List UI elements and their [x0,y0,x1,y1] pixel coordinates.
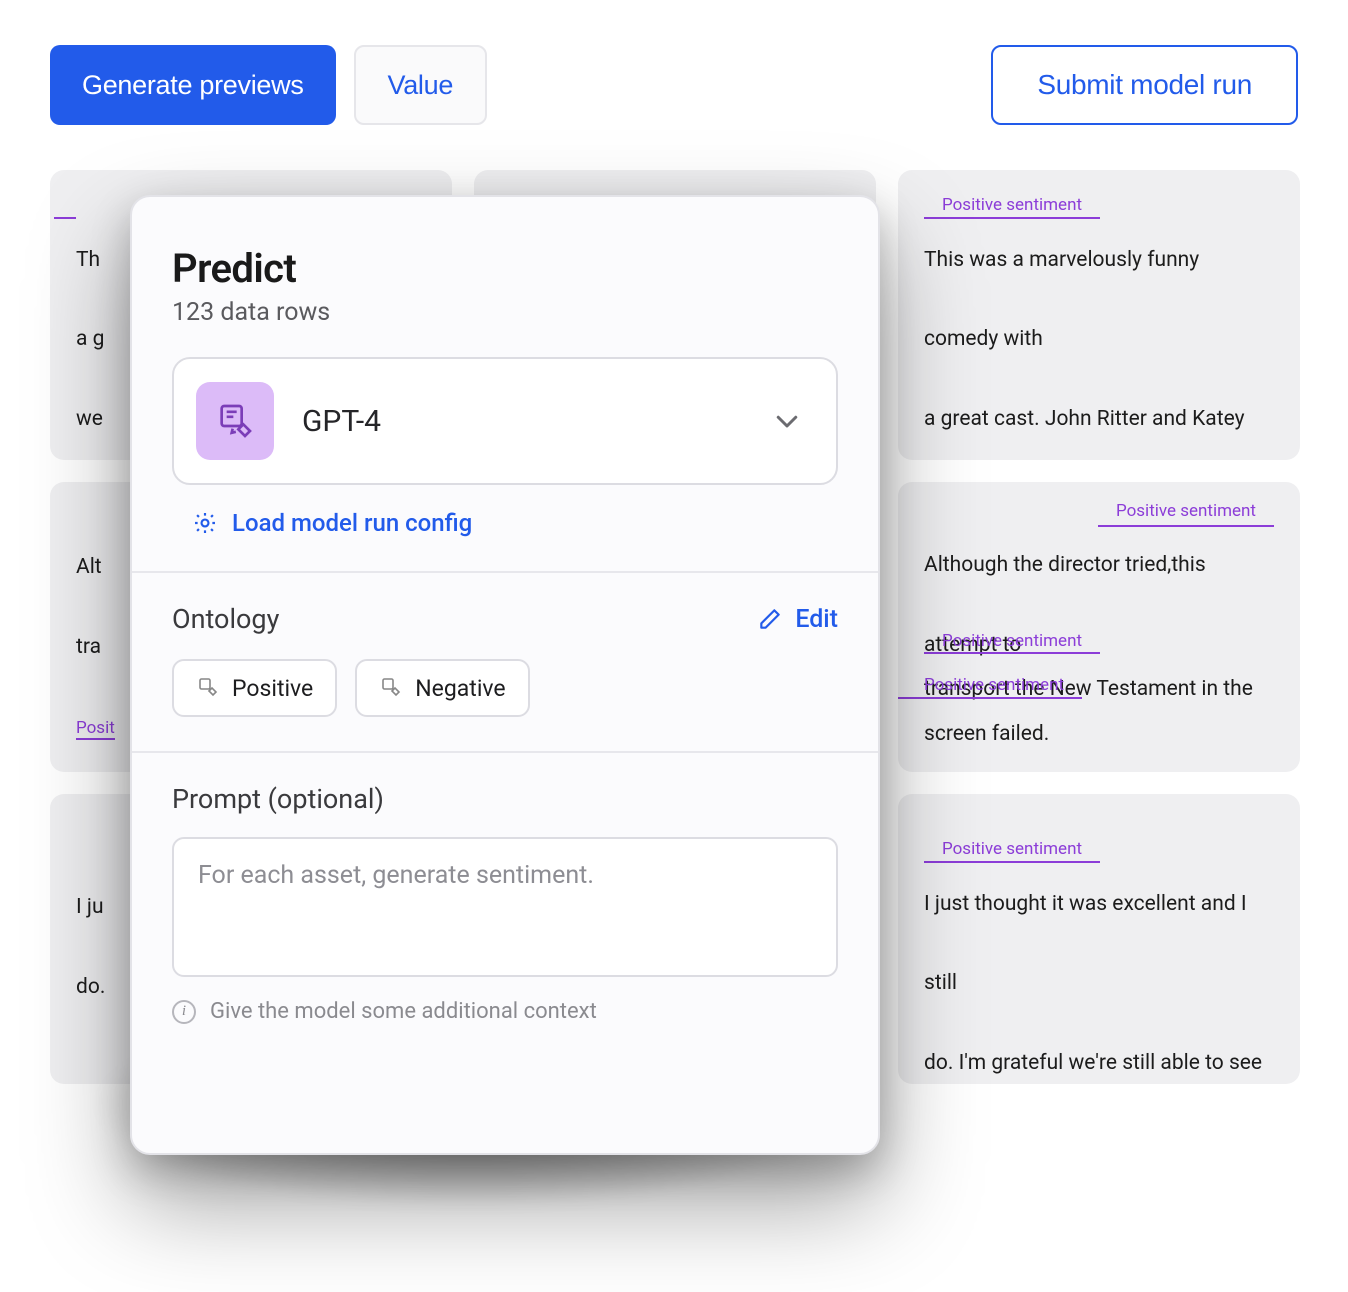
predict-subtitle: 123 data rows [172,298,838,327]
card-text: scre [76,767,116,772]
predict-panel: Predict 123 data rows GPT-4 Load mod [130,195,880,1155]
top-bar: Generate previews Value Submit model run [50,45,1298,125]
model-picker[interactable]: GPT-4 [172,357,838,485]
card-text: do. [76,975,105,999]
prompt-title: Prompt (optional) [172,783,838,815]
edit-label: Edit [795,605,838,634]
ontology-chips: Positive Negative [172,659,838,717]
ontology-chip-negative[interactable]: Negative [355,659,529,717]
label-icon [379,676,403,700]
ontology-chip-positive[interactable]: Positive [172,659,337,717]
chip-label: Negative [415,675,505,702]
prompt-hint: i Give the model some additional context [172,999,838,1024]
label-icon [196,676,220,700]
sentiment-tag: Positive sentiment [924,840,1100,863]
info-icon: i [172,1000,196,1024]
hint-text: Give the model some additional context [210,999,597,1024]
predict-title: Predict [172,245,838,292]
ontology-title: Ontology [172,603,279,635]
load-config-label: Load model run config [232,509,472,537]
sentiment-tag: Posit [76,718,115,740]
card-text: I just thought it was excellent and I st… [924,892,1247,996]
chevron-down-icon [772,406,802,436]
prompt-input[interactable] [172,837,838,977]
sentiment-tag [54,196,76,219]
card-text: tra [76,635,101,659]
card-text: we [76,407,103,431]
section-divider [132,751,878,753]
card-text: a great cast. John Ritter and Katey Saga… [924,407,1245,460]
model-icon [196,382,274,460]
load-model-run-config-link[interactable]: Load model run config [192,509,838,537]
card-text: Alt [76,555,102,579]
card-text: I ju [76,895,104,919]
preview-card: Positive sentiment Although the director… [898,482,1300,772]
card-text: screen failed. [924,722,1049,746]
preview-card: Positive sentiment This was a marvelousl… [898,170,1300,460]
card-text: do. I'm grateful we're still able to see [924,1051,1262,1075]
model-name: GPT-4 [302,404,744,439]
preview-card: Positive sentiment I just thought it was… [898,794,1300,1084]
generate-previews-button[interactable]: Generate previews [50,45,336,125]
card-text: a g [76,327,104,351]
ontology-edit-link[interactable]: Edit [757,605,838,634]
card-text: This was a marvelously funny comedy with [924,248,1199,352]
sentiment-tag: Positive sentiment [1098,500,1274,527]
submit-model-run-button[interactable]: Submit model run [991,45,1298,125]
pencil-icon [757,606,783,632]
value-button[interactable]: Value [354,45,488,125]
card-text: Th [76,248,100,272]
sentiment-tag: Positive sentiment [924,196,1100,219]
section-divider [132,571,878,573]
chip-label: Positive [232,675,313,702]
gear-icon [192,510,218,536]
